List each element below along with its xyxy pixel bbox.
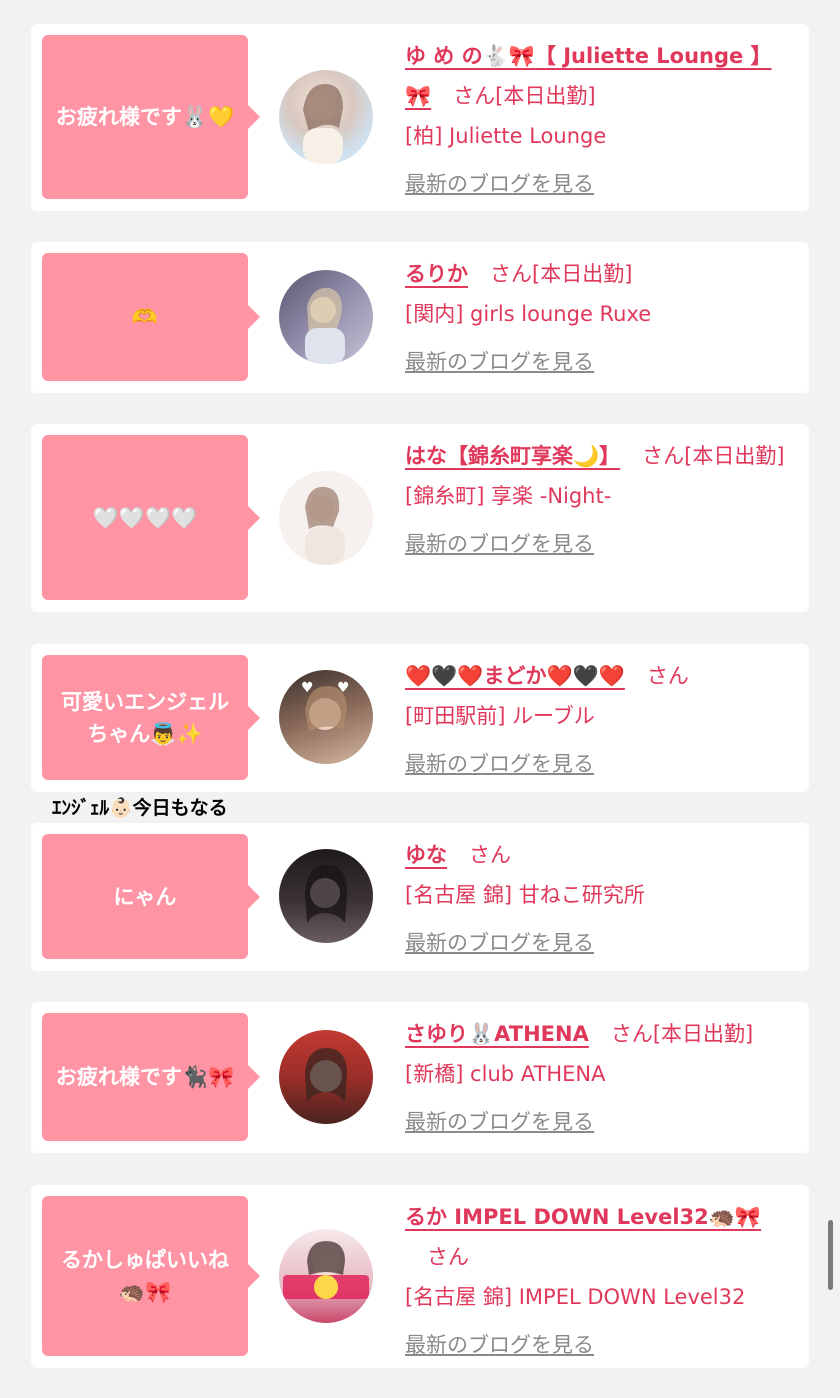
blog-card: 可愛いエンジェルちゃん👼✨ ♥ ♥ ❤️🖤❤️まどか❤️🖤❤️ さん [町田駅前] … xyxy=(31,644,809,792)
svg-text:♥: ♥ xyxy=(337,680,350,696)
honorific: さん xyxy=(642,444,685,468)
latest-blog-link[interactable]: 最新のブログを見る xyxy=(405,524,795,564)
honorific: さん xyxy=(427,1245,469,1269)
overflow-text: ｴﾝｼﾞｪﾙ👶🏻今日もなる xyxy=(52,797,228,819)
message-bubble: にゃん xyxy=(42,834,260,959)
girl-name-link[interactable]: るか IMPEL DOWN Level32🦔🎀 xyxy=(405,1205,761,1229)
blog-card: にゃん ゆな さん [名古屋 錦] 甘ねこ研究所 最新のブログを見る xyxy=(31,823,809,971)
latest-blog-link[interactable]: 最新のブログを見る xyxy=(405,1325,795,1365)
profile-info: るか IMPEL DOWN Level32🦔🎀 さん [名古屋 錦] IMPEL … xyxy=(405,1197,795,1365)
girl-name-link[interactable]: はな【錦糸町享楽🌙】 xyxy=(405,444,620,468)
message-text: お疲れ様です🐰💛 xyxy=(55,105,235,129)
latest-blog-link[interactable]: 最新のブログを見る xyxy=(405,1102,795,1142)
status-tag: [本日出勤] xyxy=(532,262,633,286)
profile-info: ❤️🖤❤️まどか❤️🖤❤️ さん [町田駅前] ルーブル 最新のブログを見る xyxy=(405,656,795,784)
avatar[interactable] xyxy=(279,471,373,565)
avatar[interactable] xyxy=(279,1030,373,1124)
shop-label: [新橋] club ATHENA xyxy=(405,1062,606,1086)
message-bubble: 可愛いエンジェルちゃん👼✨ xyxy=(42,655,260,780)
honorific: さん xyxy=(469,843,511,867)
avatar[interactable] xyxy=(279,70,373,164)
message-bubble: 🤍🤍🤍🤍 xyxy=(42,435,260,600)
avatar[interactable] xyxy=(279,1229,373,1323)
blog-card: 🫶 るりか さん[本日出勤] [関内] girls lounge Ruxe 最新の… xyxy=(31,242,809,393)
message-text: 可愛いエンジェルちゃん👼✨ xyxy=(61,689,229,746)
svg-text:♥: ♥ xyxy=(301,680,314,696)
status-tag: [本日出勤] xyxy=(495,84,596,108)
blog-card: るかしゅぱいいね🦔🎀 るか IMPEL DOWN Level32🦔🎀 さん [名古… xyxy=(31,1185,809,1368)
message-text: 🫶 xyxy=(131,305,159,329)
latest-blog-link[interactable]: 最新のブログを見る xyxy=(405,342,795,382)
girl-name-link[interactable]: ゆな xyxy=(405,843,447,867)
girl-name-link[interactable]: ❤️🖤❤️まどか❤️🖤❤️ xyxy=(405,664,625,688)
message-text: 🤍🤍🤍🤍 xyxy=(92,505,198,530)
blog-card: 🤍🤍🤍🤍 はな【錦糸町享楽🌙】 さん[本日出勤] [錦糸町] 享楽 -Night-… xyxy=(31,424,809,612)
girl-name-link[interactable]: るりか xyxy=(405,262,468,286)
message-text: にゃん xyxy=(113,884,177,909)
profile-info: ゆ め の🐇🎀【 Juliette Lounge 】🎀 さん[本日出勤] [柏] … xyxy=(405,36,795,204)
shop-label: [関内] girls lounge Ruxe xyxy=(405,302,652,326)
scrollbar[interactable] xyxy=(828,1220,833,1290)
honorific: さん xyxy=(490,262,532,286)
shop-label: [名古屋 錦] IMPEL DOWN Level32 xyxy=(405,1285,746,1309)
shop-label: [町田駅前] ルーブル xyxy=(405,704,595,728)
message-text: お疲れ様です🐈‍⬛🎀 xyxy=(55,1065,235,1089)
latest-blog-link[interactable]: 最新のブログを見る xyxy=(405,923,795,963)
latest-blog-link[interactable]: 最新のブログを見る xyxy=(405,744,795,784)
avatar[interactable] xyxy=(279,270,373,364)
honorific: さん xyxy=(453,84,496,108)
message-bubble: お疲れ様です🐈‍⬛🎀 xyxy=(42,1013,260,1141)
shop-label: [柏] Juliette Lounge xyxy=(405,124,607,148)
shop-label: [名古屋 錦] 甘ねこ研究所 xyxy=(405,883,645,907)
honorific: さん xyxy=(646,664,689,688)
shop-label: [錦糸町] 享楽 -Night- xyxy=(405,484,612,508)
profile-info: さゆり🐰ATHENA さん[本日出勤] [新橋] club ATHENA 最新のブ… xyxy=(405,1014,795,1142)
message-text: るかしゅぱいいね🦔🎀 xyxy=(61,1248,229,1304)
profile-info: ゆな さん [名古屋 錦] 甘ねこ研究所 最新のブログを見る xyxy=(405,835,795,963)
avatar[interactable] xyxy=(279,849,373,943)
avatar[interactable]: ♥ ♥ xyxy=(279,670,373,764)
status-tag: [本日出勤] xyxy=(652,1022,754,1046)
message-bubble: お疲れ様です🐰💛 xyxy=(42,35,260,199)
latest-blog-link[interactable]: 最新のブログを見る xyxy=(405,164,795,204)
message-bubble: 🫶 xyxy=(42,253,260,381)
girl-name-link[interactable]: さゆり🐰ATHENA xyxy=(405,1022,589,1046)
profile-info: るりか さん[本日出勤] [関内] girls lounge Ruxe 最新のブロ… xyxy=(405,254,795,382)
profile-info: はな【錦糸町享楽🌙】 さん[本日出勤] [錦糸町] 享楽 -Night- 最新のブ… xyxy=(405,436,795,564)
status-tag: [本日出勤] xyxy=(684,444,785,468)
message-bubble: るかしゅぱいいね🦔🎀 xyxy=(42,1196,260,1356)
honorific: さん xyxy=(610,1022,653,1046)
blog-card: お疲れ様です🐈‍⬛🎀 さゆり🐰ATHENA さん[本日出勤] [新橋] club … xyxy=(31,1002,809,1153)
blog-card: お疲れ様です🐰💛 ゆ め の🐇🎀【 Juliette Lounge 】🎀 さん[本… xyxy=(31,24,809,211)
